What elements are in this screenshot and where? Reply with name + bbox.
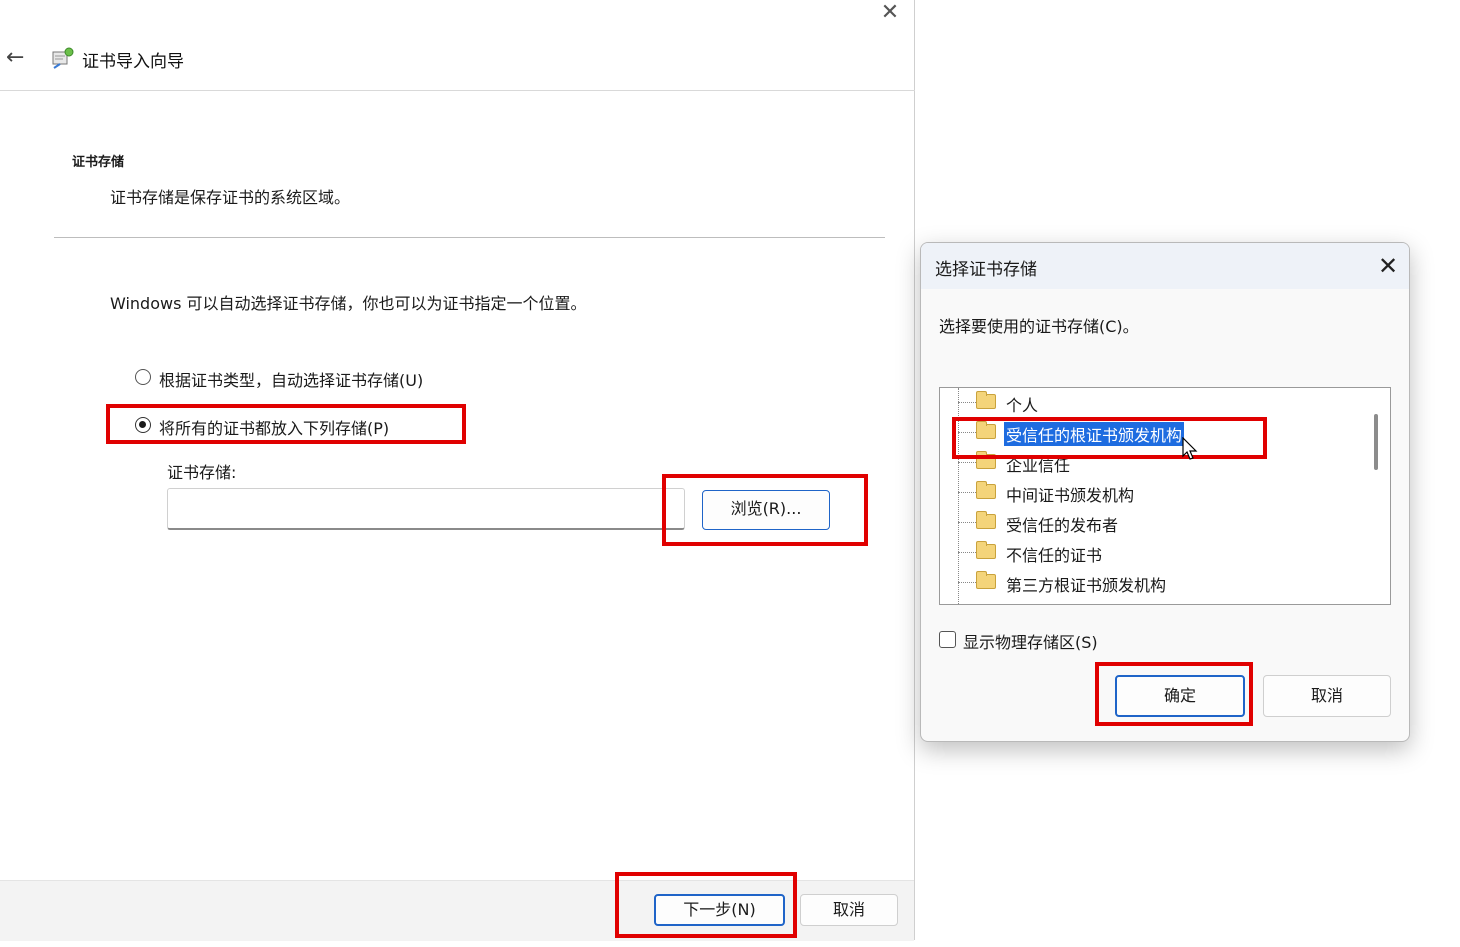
folder-icon	[976, 541, 996, 559]
radio-auto-select[interactable]	[135, 369, 151, 385]
mouse-cursor-icon	[1182, 436, 1198, 461]
highlight-box-next	[615, 872, 797, 938]
cancel-button[interactable]: 取消	[800, 894, 898, 926]
dialog-close-icon[interactable]: ✕	[1373, 251, 1403, 281]
folder-icon	[976, 481, 996, 499]
tree-item[interactable]: 个人	[940, 388, 1360, 418]
tree-item-label: 第三方根证书颁发机构	[1006, 576, 1167, 595]
certificate-import-wizard: ✕ ← 证书导入向导 证书存储 证书存储是保存证书的系统区域。 Windows …	[0, 0, 915, 941]
store-label: 证书存储:	[167, 463, 237, 482]
folder-icon	[976, 391, 996, 409]
tree-item[interactable]: 第三方根证书颁发机构	[940, 568, 1360, 598]
highlight-box-tree-item	[952, 417, 1267, 459]
highlight-box-browse	[662, 474, 868, 546]
certificate-icon	[50, 44, 76, 70]
dialog-title: 选择证书存储	[935, 260, 1037, 280]
tree-item-label: 受信任的发布者	[1006, 516, 1119, 535]
dialog-cancel-button[interactable]: 取消	[1263, 675, 1391, 717]
tree-scrollbar[interactable]	[1374, 414, 1378, 470]
section-title: 证书存储	[72, 155, 125, 170]
intro-text: Windows 可以自动选择证书存储，你也可以为证书指定一个位置。	[110, 294, 587, 313]
section-description: 证书存储是保存证书的系统区域。	[110, 188, 351, 207]
wizard-title: 证书导入向导	[82, 52, 184, 72]
tree-item-label: 个人	[1006, 396, 1039, 415]
highlight-box-ok	[1095, 662, 1253, 726]
folder-icon	[976, 511, 996, 529]
dialog-prompt: 选择要使用的证书存储(C)。	[939, 317, 1139, 336]
show-physical-stores-label[interactable]: 显示物理存储区(S)	[963, 629, 1098, 653]
highlight-box-radio	[106, 404, 466, 444]
folder-icon	[976, 571, 996, 589]
divider	[54, 237, 885, 238]
radio-auto-select-label[interactable]: 根据证书类型，自动选择证书存储(U)	[159, 367, 423, 391]
wizard-close-icon[interactable]: ✕	[874, 0, 906, 26]
tree-item[interactable]: 中间证书颁发机构	[940, 478, 1360, 508]
tree-item-label: 不信任的证书	[1006, 546, 1103, 565]
show-physical-stores-checkbox[interactable]	[939, 631, 956, 648]
tree-item[interactable]: 不信任的证书	[940, 538, 1360, 568]
certificate-store-field[interactable]	[167, 488, 685, 530]
tree-item[interactable]: 受信任的发布者	[940, 508, 1360, 538]
back-arrow-icon[interactable]: ←	[6, 46, 30, 70]
tree-item-label: 中间证书颁发机构	[1006, 486, 1135, 505]
